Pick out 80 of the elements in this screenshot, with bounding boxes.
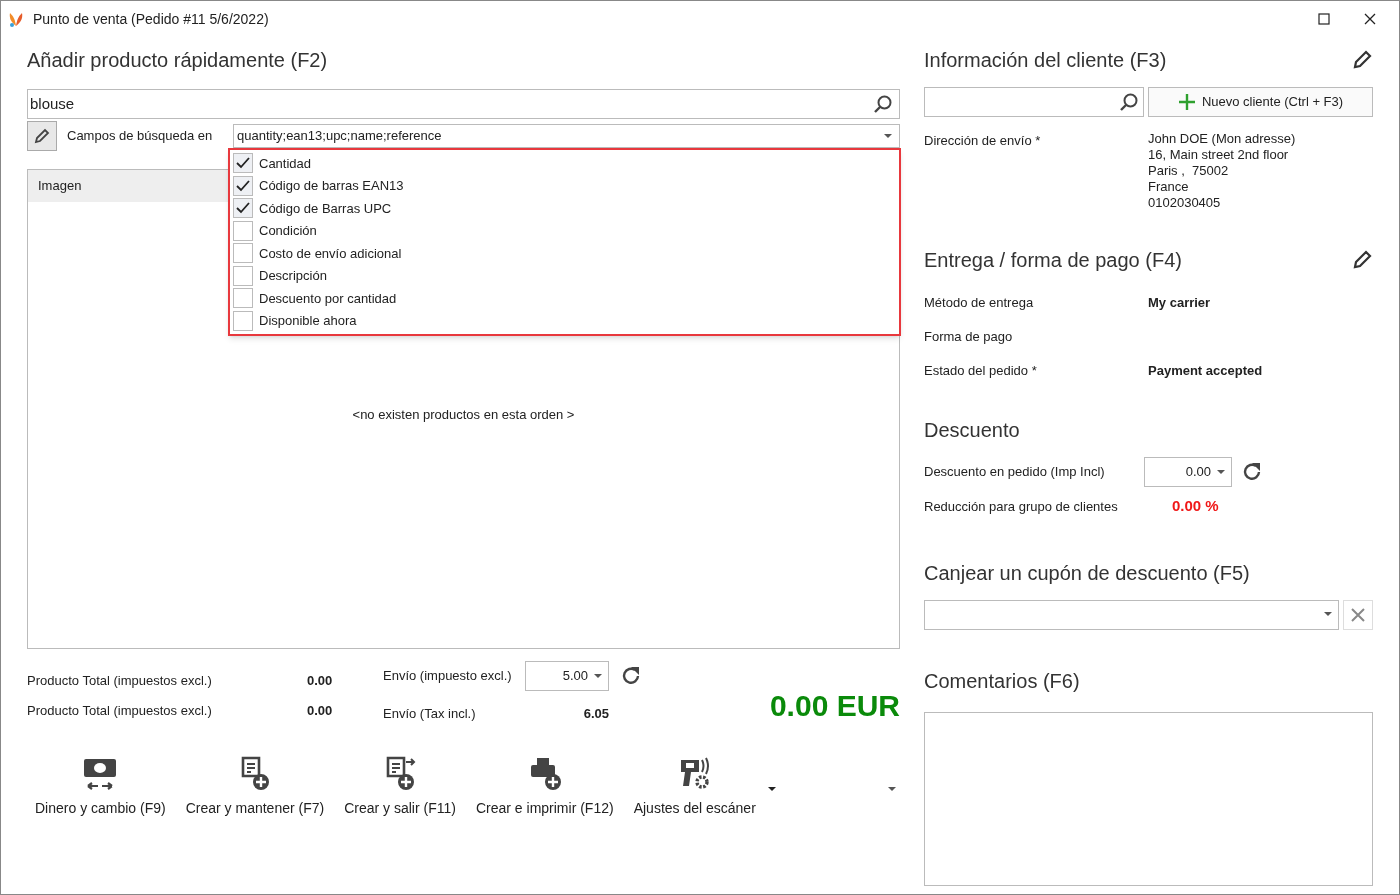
option-label: Disponible ahora [259, 312, 357, 330]
checkbox[interactable] [233, 310, 253, 331]
edit-button[interactable] [27, 121, 57, 151]
shipping-label: Envío (impuesto excl.) [383, 667, 513, 686]
window-title: Punto de venta (Pedido #11 5/6/2022) [33, 9, 269, 29]
checkbox[interactable] [233, 288, 253, 309]
edit-icon[interactable] [1351, 249, 1373, 271]
shipping-address: John DOE (Mon adresse) 16, Main street 2nd floor Paris , 75002 France 0102030405 [1148, 131, 1296, 211]
search-icon[interactable] [1119, 92, 1139, 112]
section-title: Canjear un cupón de descuento (F5) [924, 560, 1251, 586]
action-button[interactable]: Crear e imprimir (F12) [467, 751, 622, 819]
search-fields-label: Campos de búsqueda en [67, 127, 214, 146]
field-label: Estado del pedido * [924, 362, 1038, 377]
action-button[interactable]: Dinero y cambio (F9) [27, 751, 174, 819]
coupon-dropdown[interactable] [924, 599, 1339, 630]
caret-icon [884, 133, 892, 139]
section-title: Añadir producto rápidamente (F2) [27, 48, 329, 73]
field-value: My carrier [1148, 294, 1211, 309]
pencil-icon [33, 127, 51, 145]
shipping-value: 6.05 [582, 705, 609, 724]
option-label: Descripción [259, 267, 327, 285]
section-title: Comentarios (F6) [924, 668, 1081, 694]
new-customer-button[interactable]: Nuevo cliente (Ctrl + F3) [1148, 87, 1373, 117]
option-label: Cantidad [259, 154, 312, 173]
edit-icon[interactable] [1351, 49, 1373, 71]
grand-total: 0.00 EUR [769, 688, 900, 724]
search-icon[interactable] [873, 94, 893, 114]
checkbox[interactable] [233, 243, 253, 264]
field-label: Método de entrega [924, 294, 1035, 309]
field-label: Dirección de envío * [924, 132, 1042, 150]
caret-icon [888, 786, 896, 792]
discount-dropdown[interactable]: 0.00 [1144, 457, 1232, 487]
option-label: Código de barras EAN13 [259, 177, 404, 195]
check-icon [236, 202, 250, 215]
empty-message: <no existen productos en esta orden > [352, 406, 575, 425]
close-icon [1351, 607, 1365, 622]
total-label: Producto Total (impuestos excl.) [27, 701, 213, 720]
action-button[interactable]: Crear y salir (F11) [336, 751, 464, 819]
search-fields-value: quantity;ean13;upc;name;reference [237, 127, 443, 146]
money-icon [82, 756, 119, 792]
field-label: Reducción para grupo de clientes [924, 497, 1119, 516]
total-value: 0.00 [307, 701, 333, 720]
maximize-icon [1318, 13, 1330, 25]
total-label: Producto Total (impuestos excl.) [27, 672, 213, 690]
caret-icon [594, 673, 602, 679]
checkbox[interactable] [233, 153, 253, 174]
action-button[interactable]: Ajustes del escáner [625, 751, 764, 819]
group-reduction-value: 0.00 % [1172, 496, 1219, 516]
shipping-dropdown[interactable]: 5.00 [525, 661, 609, 691]
checkbox[interactable] [233, 198, 253, 219]
section-title: Entrega / forma de pago (F4) [924, 248, 1182, 273]
clear-button[interactable] [1343, 599, 1373, 630]
checkbox[interactable] [233, 220, 253, 241]
caret-icon [767, 786, 776, 792]
field-value: Payment accepted [1148, 362, 1263, 377]
section-title: Descuento [924, 418, 1021, 443]
total-value: 0.00 [307, 672, 333, 690]
section-title: Información del cliente (F3) [924, 48, 1167, 73]
option-label: Descuento por cantidad [259, 289, 397, 308]
product-search-field[interactable]: blouse [27, 89, 900, 119]
check-icon [236, 179, 250, 192]
checkbox[interactable] [233, 265, 253, 286]
field-label: Forma de pago [924, 328, 1014, 343]
checkbox[interactable] [233, 175, 253, 196]
search-value: blouse [30, 93, 76, 114]
column-header: Imagen [38, 177, 83, 196]
caret-icon [1217, 469, 1225, 475]
option-label: Condición [259, 222, 317, 240]
customer-search-field[interactable] [924, 87, 1144, 117]
option-label: Costo de envío adicional [259, 244, 402, 263]
caret-icon [1324, 612, 1332, 617]
search-fields-dropdown[interactable]: quantity;ean13;upc;name;reference [233, 124, 900, 148]
option-label: Código de Barras UPC [259, 199, 392, 218]
close-icon [1364, 13, 1376, 25]
action-button[interactable]: Crear y mantener (F7) [177, 751, 333, 819]
check-icon [236, 157, 250, 170]
shipping-label: Envío (Tax incl.) [383, 705, 477, 724]
comments-field[interactable] [924, 711, 1373, 886]
field-label: Descuento en pedido (Imp Incl) [924, 463, 1106, 482]
plus-icon [1177, 93, 1196, 111]
